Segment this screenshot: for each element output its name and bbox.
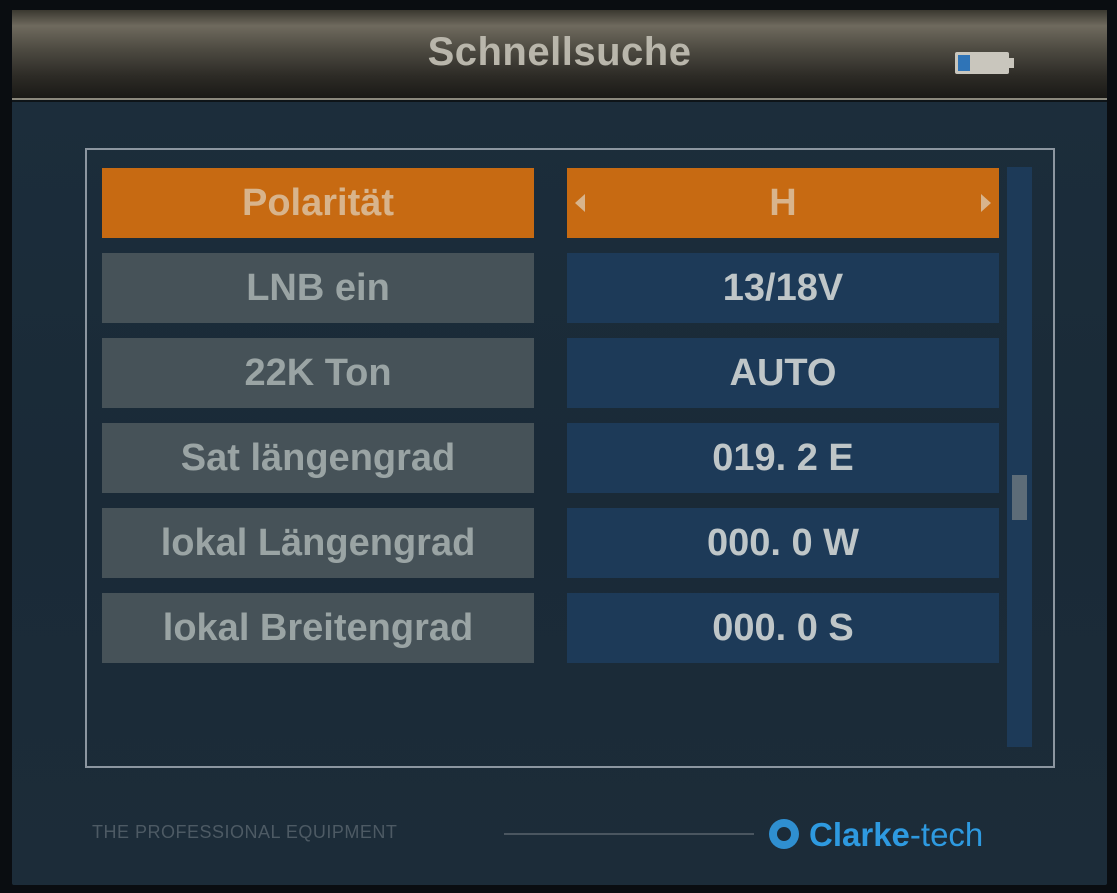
menu-label-22k-tone: 22K Ton xyxy=(102,338,534,408)
menu-value-22k-tone[interactable]: AUTO xyxy=(567,338,999,408)
menu-value-sat-longitude[interactable]: 019. 2 E xyxy=(567,423,999,493)
footer-slogan: THE PROFESSIONAL EQUIPMENT xyxy=(92,822,398,842)
arrow-right-icon[interactable] xyxy=(981,194,991,212)
polarity-selector[interactable]: H xyxy=(567,168,999,238)
footer-divider xyxy=(504,833,754,835)
quick-search-panel: Schnellsuche Polarität H LNB ein 13/18V xyxy=(12,10,1107,885)
menu-label-local-longitude: lokal Längengrad xyxy=(102,508,534,578)
arrow-left-icon[interactable] xyxy=(575,194,585,212)
page-title: Schnellsuche xyxy=(427,30,692,74)
settings-menu: Polarität H LNB ein 13/18V 22K Ton AUTO … xyxy=(85,148,1055,768)
battery-tip xyxy=(1009,58,1014,68)
brand-name: Clarke-tech xyxy=(809,816,983,854)
menu-label-lnb-power: LNB ein xyxy=(102,253,534,323)
clarke-tech-logo-icon xyxy=(769,819,799,849)
brand-name-strong: Clarke xyxy=(809,816,910,853)
screen: Schnellsuche Polarität H LNB ein 13/18V xyxy=(0,0,1117,893)
title-bar: Schnellsuche xyxy=(12,10,1107,100)
battery-icon xyxy=(955,52,1014,74)
menu-value-local-latitude[interactable]: 000. 0 S xyxy=(567,593,999,663)
menu-label-polarity: Polarität xyxy=(102,168,534,238)
menu-value-polarity: H xyxy=(769,182,797,224)
brand-name-light: -tech xyxy=(909,816,984,853)
menu-label-local-latitude: lokal Breitengrad xyxy=(102,593,534,663)
menu-value-local-longitude[interactable]: 000. 0 W xyxy=(567,508,999,578)
battery-level xyxy=(958,55,970,71)
scrollbar-thumb[interactable] xyxy=(1012,475,1027,520)
menu-value-lnb-power[interactable]: 13/18V xyxy=(567,253,999,323)
menu-scrollbar[interactable] xyxy=(1007,167,1032,747)
menu-label-sat-longitude: Sat längengrad xyxy=(102,423,534,493)
